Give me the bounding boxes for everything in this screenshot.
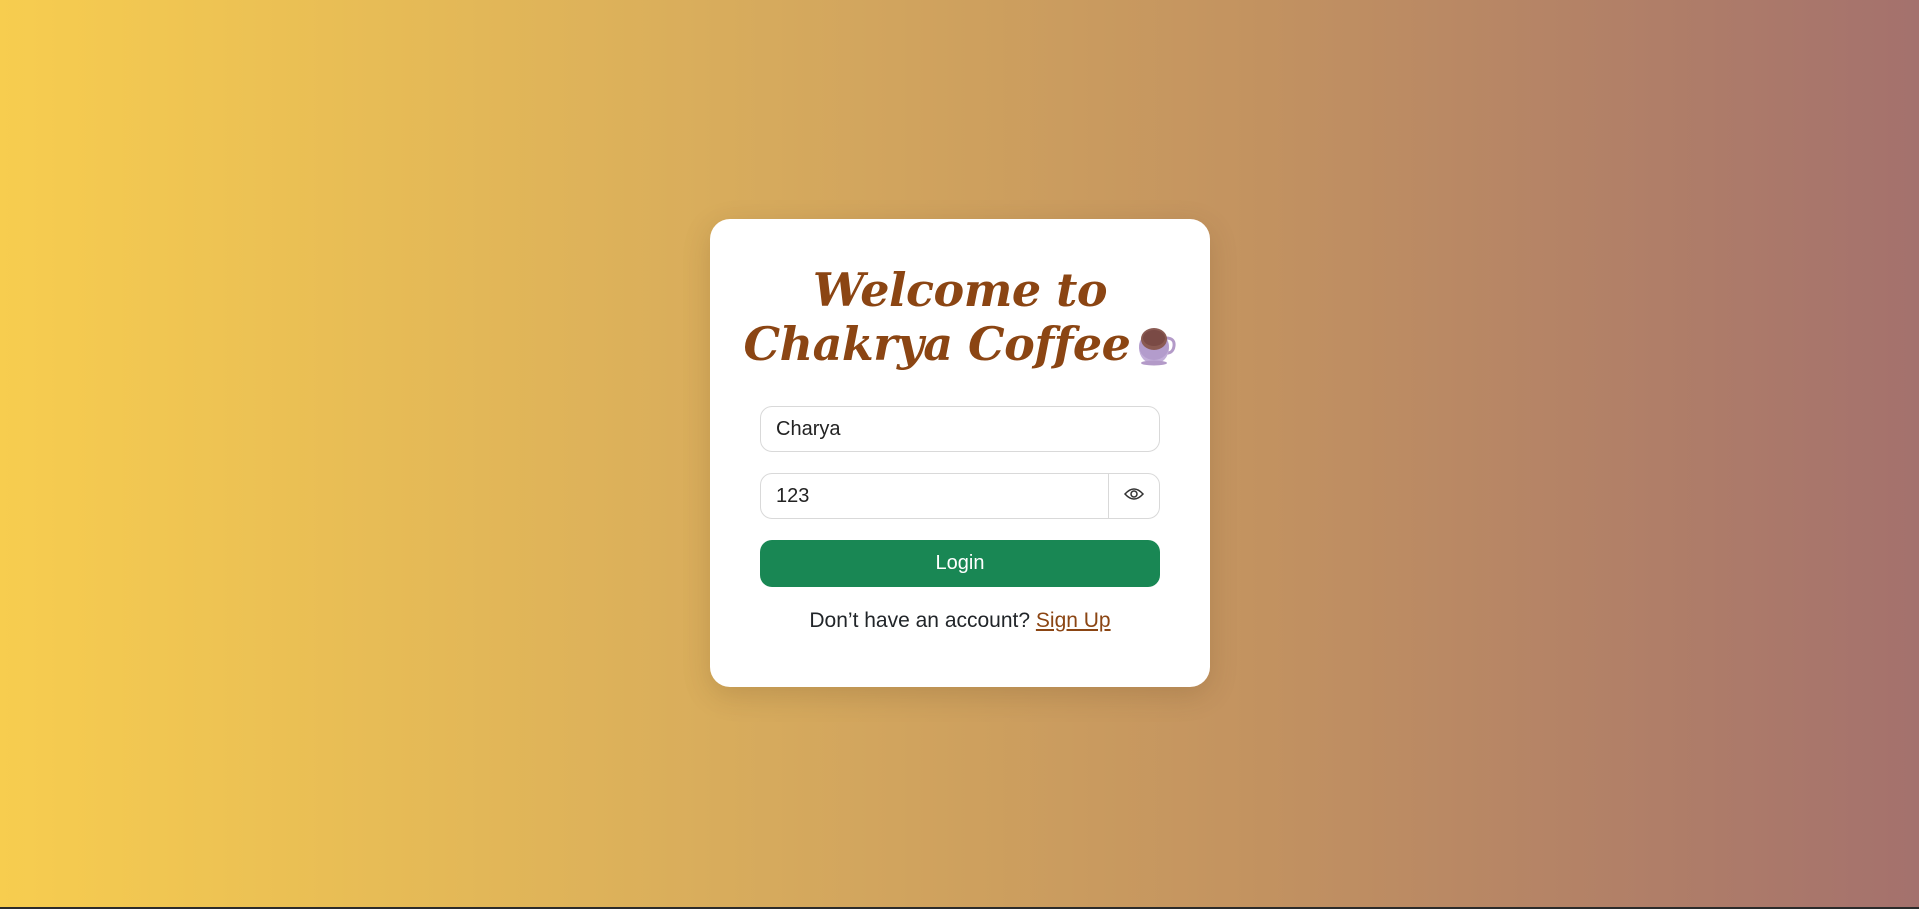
eye-icon — [1123, 487, 1145, 506]
signup-prompt: Don’t have an account? — [809, 609, 1036, 632]
login-card: Welcome to Chakrya Coffee Charya 123 Log… — [710, 219, 1210, 687]
password-input[interactable] — [761, 474, 1109, 518]
password-field — [760, 473, 1160, 519]
title-text: Welcome to Chakrya Coffee — [743, 263, 1131, 371]
login-button[interactable]: Login — [760, 540, 1160, 587]
signup-link[interactable]: Sign Up — [1036, 609, 1111, 632]
coffee-cup-icon — [1136, 323, 1177, 377]
page-background: Welcome to Chakrya Coffee Charya 123 Log… — [0, 0, 1919, 909]
toggle-password-button[interactable] — [1108, 474, 1159, 518]
signup-row: Don’t have an account? Sign Up — [710, 609, 1210, 633]
username-field — [760, 406, 1160, 452]
username-input[interactable] — [761, 407, 1159, 451]
page-title: Welcome to Chakrya Coffee — [730, 263, 1190, 377]
